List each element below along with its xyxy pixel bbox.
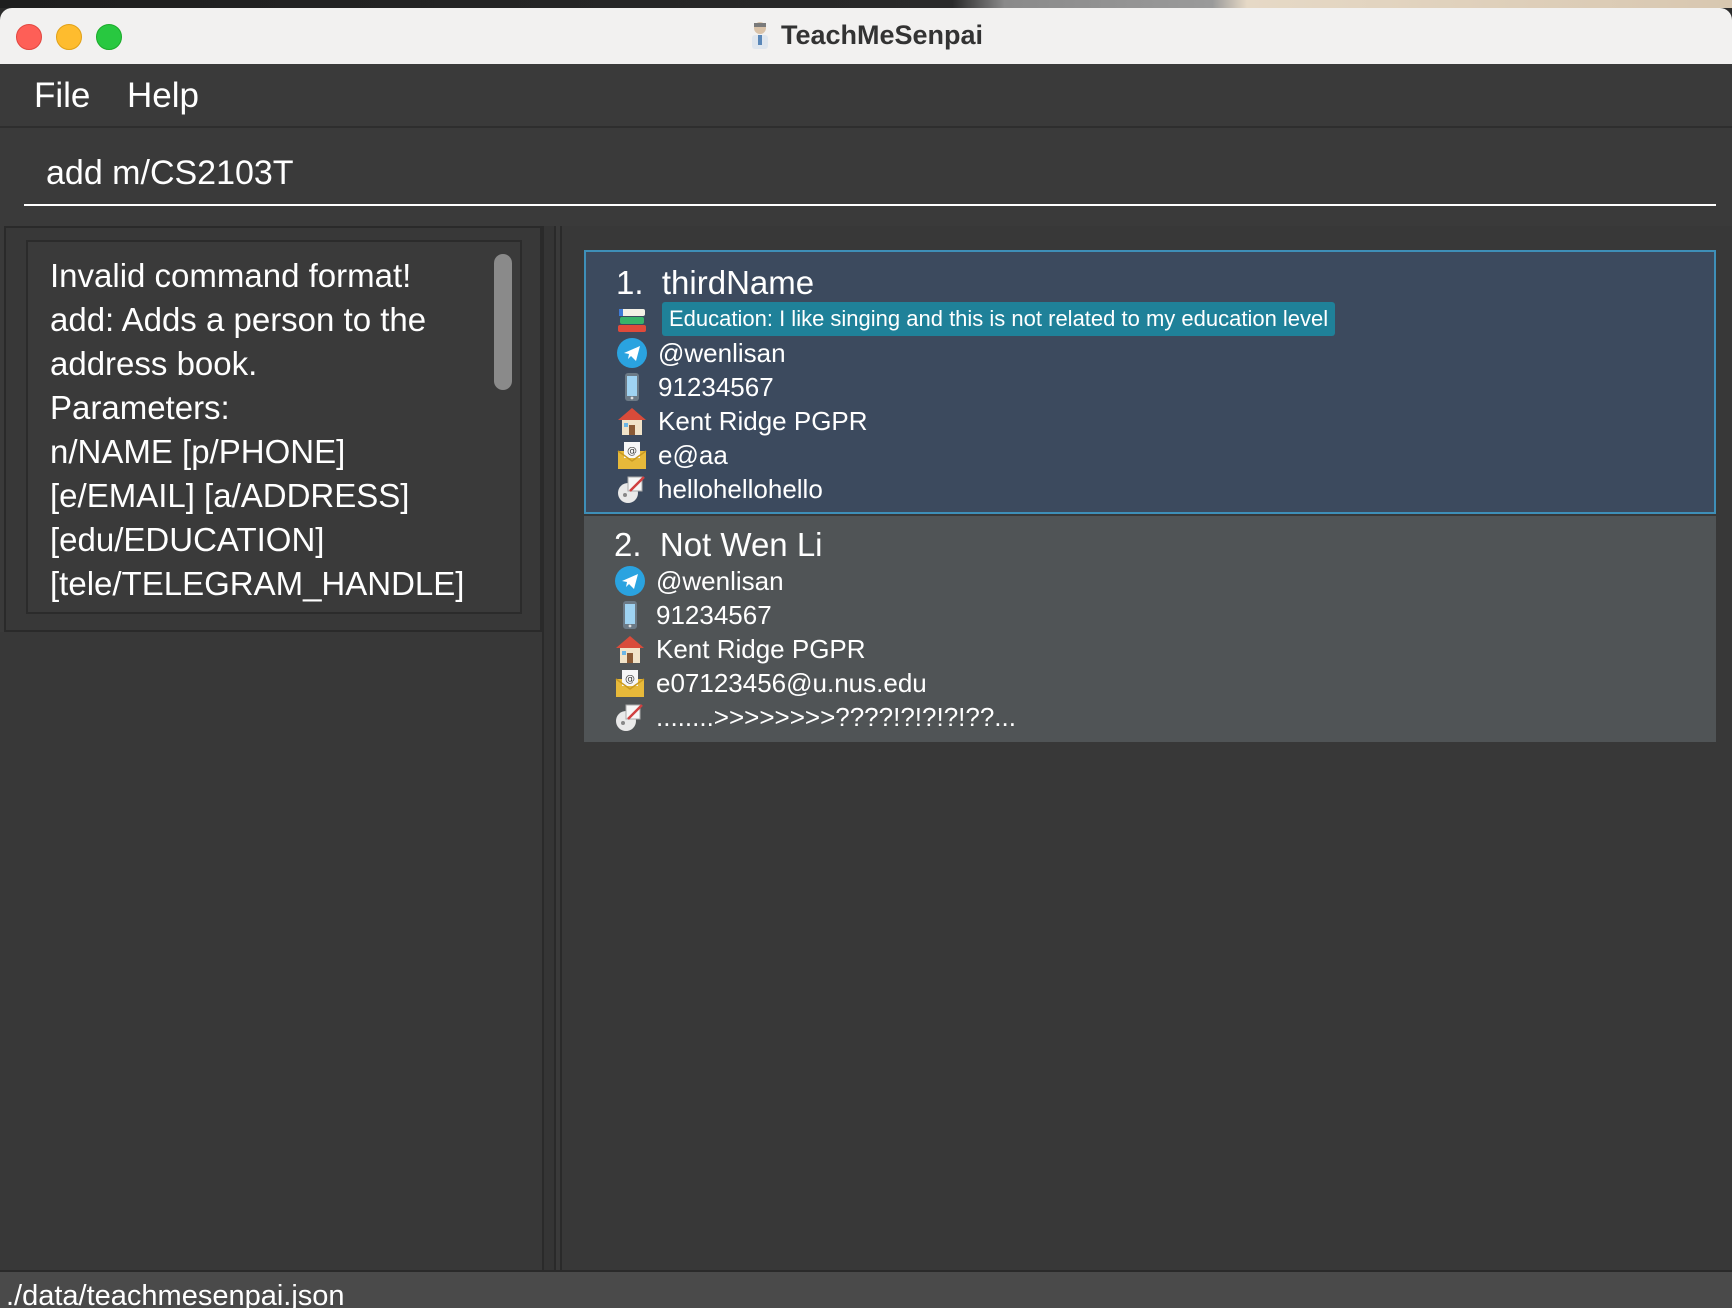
menu-help[interactable]: Help bbox=[127, 76, 199, 116]
phone-number: 91234567 bbox=[656, 599, 772, 630]
person-name: Not Wen Li bbox=[659, 526, 823, 563]
command-input[interactable] bbox=[24, 142, 1716, 206]
address-row: Kent Ridge PGPR bbox=[614, 632, 866, 666]
result-message: Invalid command format! add: Adds a pers… bbox=[50, 257, 465, 602]
email-text: e@aa bbox=[658, 439, 728, 470]
email-row: @ e@aa bbox=[616, 438, 728, 472]
telegram-icon bbox=[615, 566, 645, 596]
telegram-handle: @wenlisan bbox=[656, 565, 784, 596]
education-tag: Education: I like singing and this is no… bbox=[662, 302, 1336, 336]
address-text: Kent Ridge PGPR bbox=[656, 633, 866, 664]
telegram-row: @wenlisan bbox=[614, 564, 784, 598]
email-text: e07123456@u.nus.edu bbox=[656, 667, 927, 698]
person-card[interactable]: 1. thirdName Education: I like singing a… bbox=[584, 250, 1716, 514]
address-text: Kent Ridge PGPR bbox=[658, 405, 868, 436]
person-name: thirdName bbox=[661, 264, 815, 301]
save-location-path: ./data/teachmesenpai.json bbox=[6, 1280, 345, 1308]
status-bar: ./data/teachmesenpai.json bbox=[0, 1270, 1732, 1308]
menu-file[interactable]: File bbox=[34, 76, 90, 116]
remark-icon bbox=[618, 476, 645, 503]
remark-icon bbox=[616, 704, 643, 731]
app-logo-icon bbox=[751, 22, 768, 49]
person-card[interactable]: 2. Not Wen Li @wenlisan 91234567 Kent Ri… bbox=[584, 516, 1716, 742]
house-icon bbox=[616, 636, 644, 663]
person-index: 1. bbox=[616, 264, 644, 301]
svg-text:@: @ bbox=[627, 446, 637, 457]
telegram-handle: @wenlisan bbox=[658, 337, 786, 368]
remark-text: ........>>>>>>>>????!?!?!?!??... bbox=[656, 701, 1016, 732]
result-display-panel: Invalid command format! add: Adds a pers… bbox=[4, 226, 542, 632]
svg-text:@: @ bbox=[625, 674, 635, 685]
books-icon bbox=[618, 309, 646, 332]
split-pane-divider[interactable] bbox=[542, 226, 556, 1278]
remark-row: ........>>>>>>>>????!?!?!?!??... bbox=[614, 700, 1016, 734]
email-icon: @ bbox=[615, 670, 645, 697]
remark-text: hellohellohello bbox=[658, 473, 823, 504]
window-title-wrap: TeachMeSenpai bbox=[0, 20, 1732, 51]
telegram-row: @wenlisan bbox=[616, 336, 786, 370]
result-scrollbar[interactable] bbox=[494, 254, 512, 390]
left-empty-area bbox=[0, 632, 542, 1278]
address-row: Kent Ridge PGPR bbox=[616, 404, 868, 438]
title-bar: TeachMeSenpai bbox=[0, 8, 1732, 65]
desktop-background bbox=[0, 0, 1732, 8]
window-title: TeachMeSenpai bbox=[780, 20, 984, 50]
person-card-title: 1. thirdName bbox=[616, 264, 814, 302]
person-index: 2. bbox=[614, 526, 642, 563]
phone-row: 91234567 bbox=[614, 598, 772, 632]
phone-number: 91234567 bbox=[658, 371, 774, 402]
result-display[interactable]: Invalid command format! add: Adds a pers… bbox=[26, 240, 522, 614]
telegram-icon bbox=[617, 338, 647, 368]
person-list-panel: 1. thirdName Education: I like singing a… bbox=[560, 226, 1732, 1278]
house-icon bbox=[618, 408, 646, 435]
phone-icon bbox=[623, 601, 637, 629]
email-icon: @ bbox=[617, 442, 647, 469]
email-row: @ e07123456@u.nus.edu bbox=[614, 666, 927, 700]
person-card-title: 2. Not Wen Li bbox=[614, 526, 823, 564]
phone-icon bbox=[625, 373, 639, 401]
phone-row: 91234567 bbox=[616, 370, 774, 404]
education-row: Education: I like singing and this is no… bbox=[616, 302, 1336, 336]
menu-bar: File Help bbox=[0, 64, 1732, 128]
remark-row: hellohellohello bbox=[616, 472, 823, 506]
command-box bbox=[0, 128, 1732, 218]
app-window: TeachMeSenpai File Help Invalid command … bbox=[0, 8, 1732, 1308]
